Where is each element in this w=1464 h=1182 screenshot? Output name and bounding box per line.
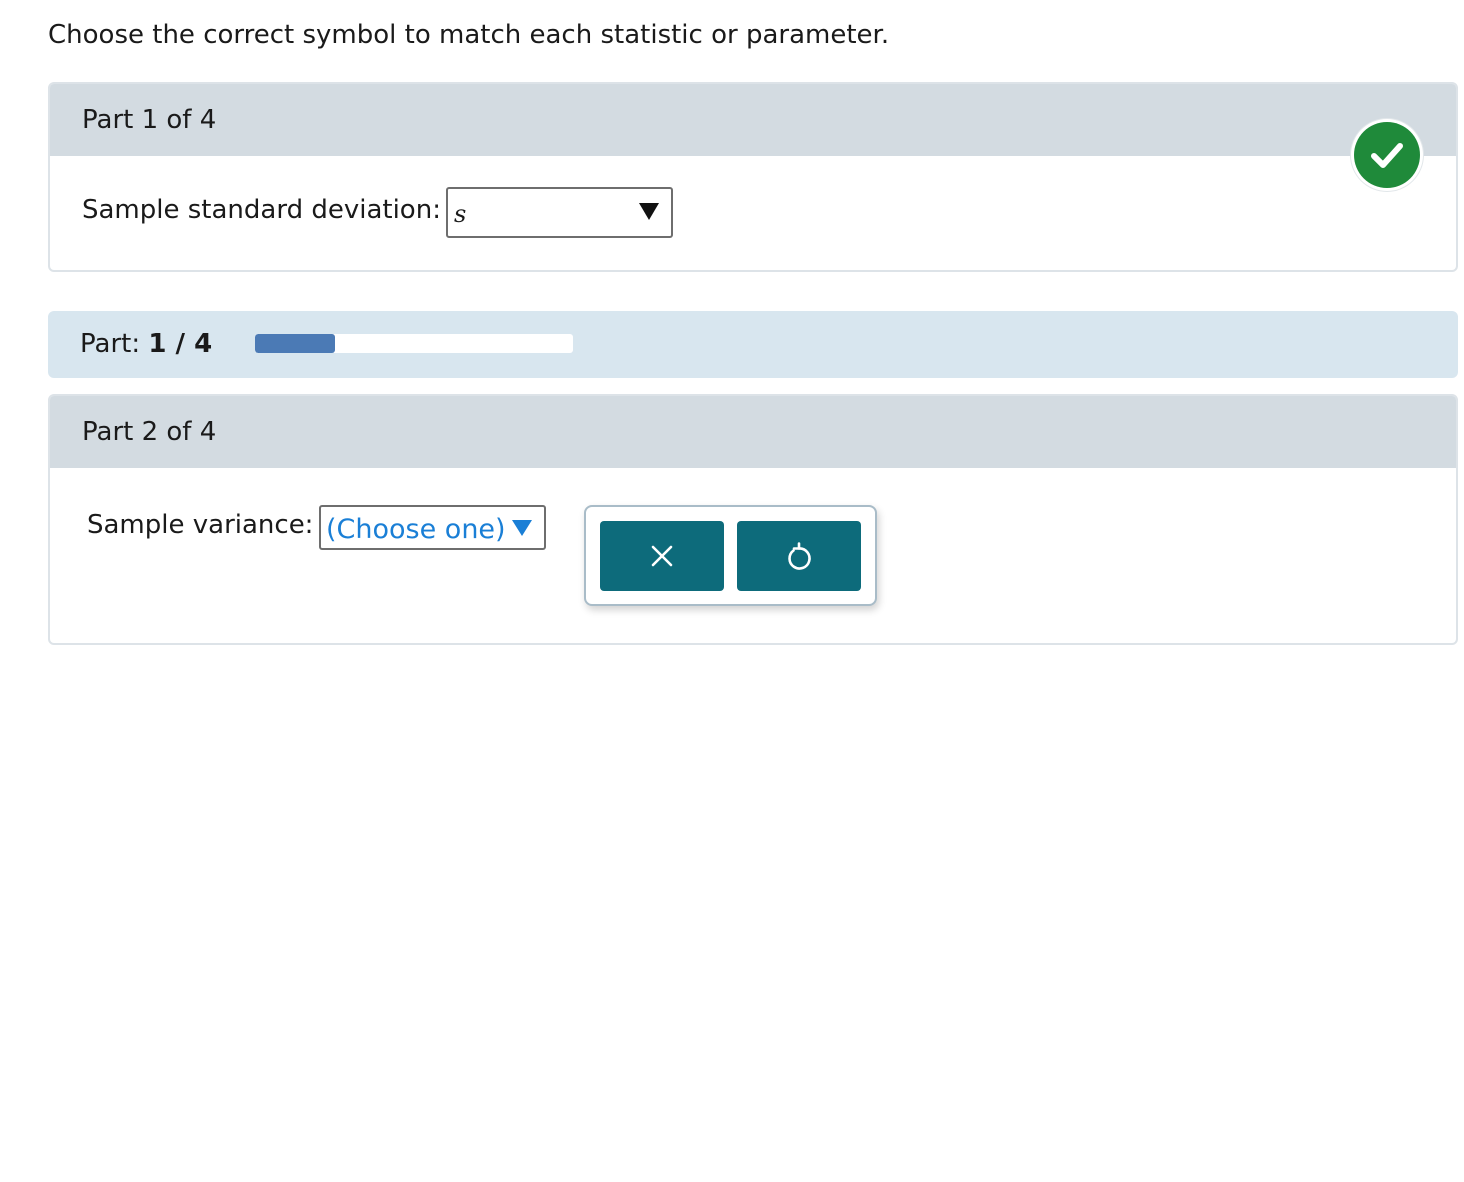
progress-total: 4 (194, 329, 213, 359)
progress-track (255, 334, 573, 353)
part-2-header: Part 2 of 4 (50, 396, 1456, 468)
correct-checkmark-icon (1351, 119, 1423, 191)
progress-separator: / (175, 329, 186, 359)
progress-label: Part: 1 / 4 (80, 328, 212, 360)
close-icon (651, 545, 673, 567)
dropdown-arrow-icon (639, 203, 659, 220)
sample-std-dev-dropdown[interactable]: s (446, 187, 673, 238)
answer-action-popup (584, 505, 877, 606)
dropdown-arrow-icon (512, 520, 532, 536)
sample-variance-selected-value: (Choose one) (326, 514, 506, 545)
undo-button[interactable] (737, 521, 861, 591)
sample-variance-label: Sample variance: (87, 510, 314, 540)
clear-answer-button[interactable] (600, 521, 724, 591)
part-1-card: Part 1 of 4 (48, 82, 1458, 272)
sample-std-dev-label: Sample standard deviation: (82, 195, 441, 225)
part-progress-bar: Part: 1 / 4 (48, 311, 1458, 378)
part-2-title: Part 2 of 4 (82, 417, 217, 447)
undo-icon (788, 542, 811, 570)
sample-std-dev-selected-value: s (454, 200, 467, 228)
progress-fill (255, 334, 335, 353)
progress-current: 1 (148, 329, 167, 359)
sample-variance-dropdown[interactable]: (Choose one) (319, 505, 546, 550)
part-1-header: Part 1 of 4 (50, 84, 1456, 156)
part-1-title: Part 1 of 4 (82, 105, 217, 135)
progress-label-text: Part: (80, 329, 141, 359)
instructions-text: Choose the correct symbol to match each … (48, 20, 890, 50)
